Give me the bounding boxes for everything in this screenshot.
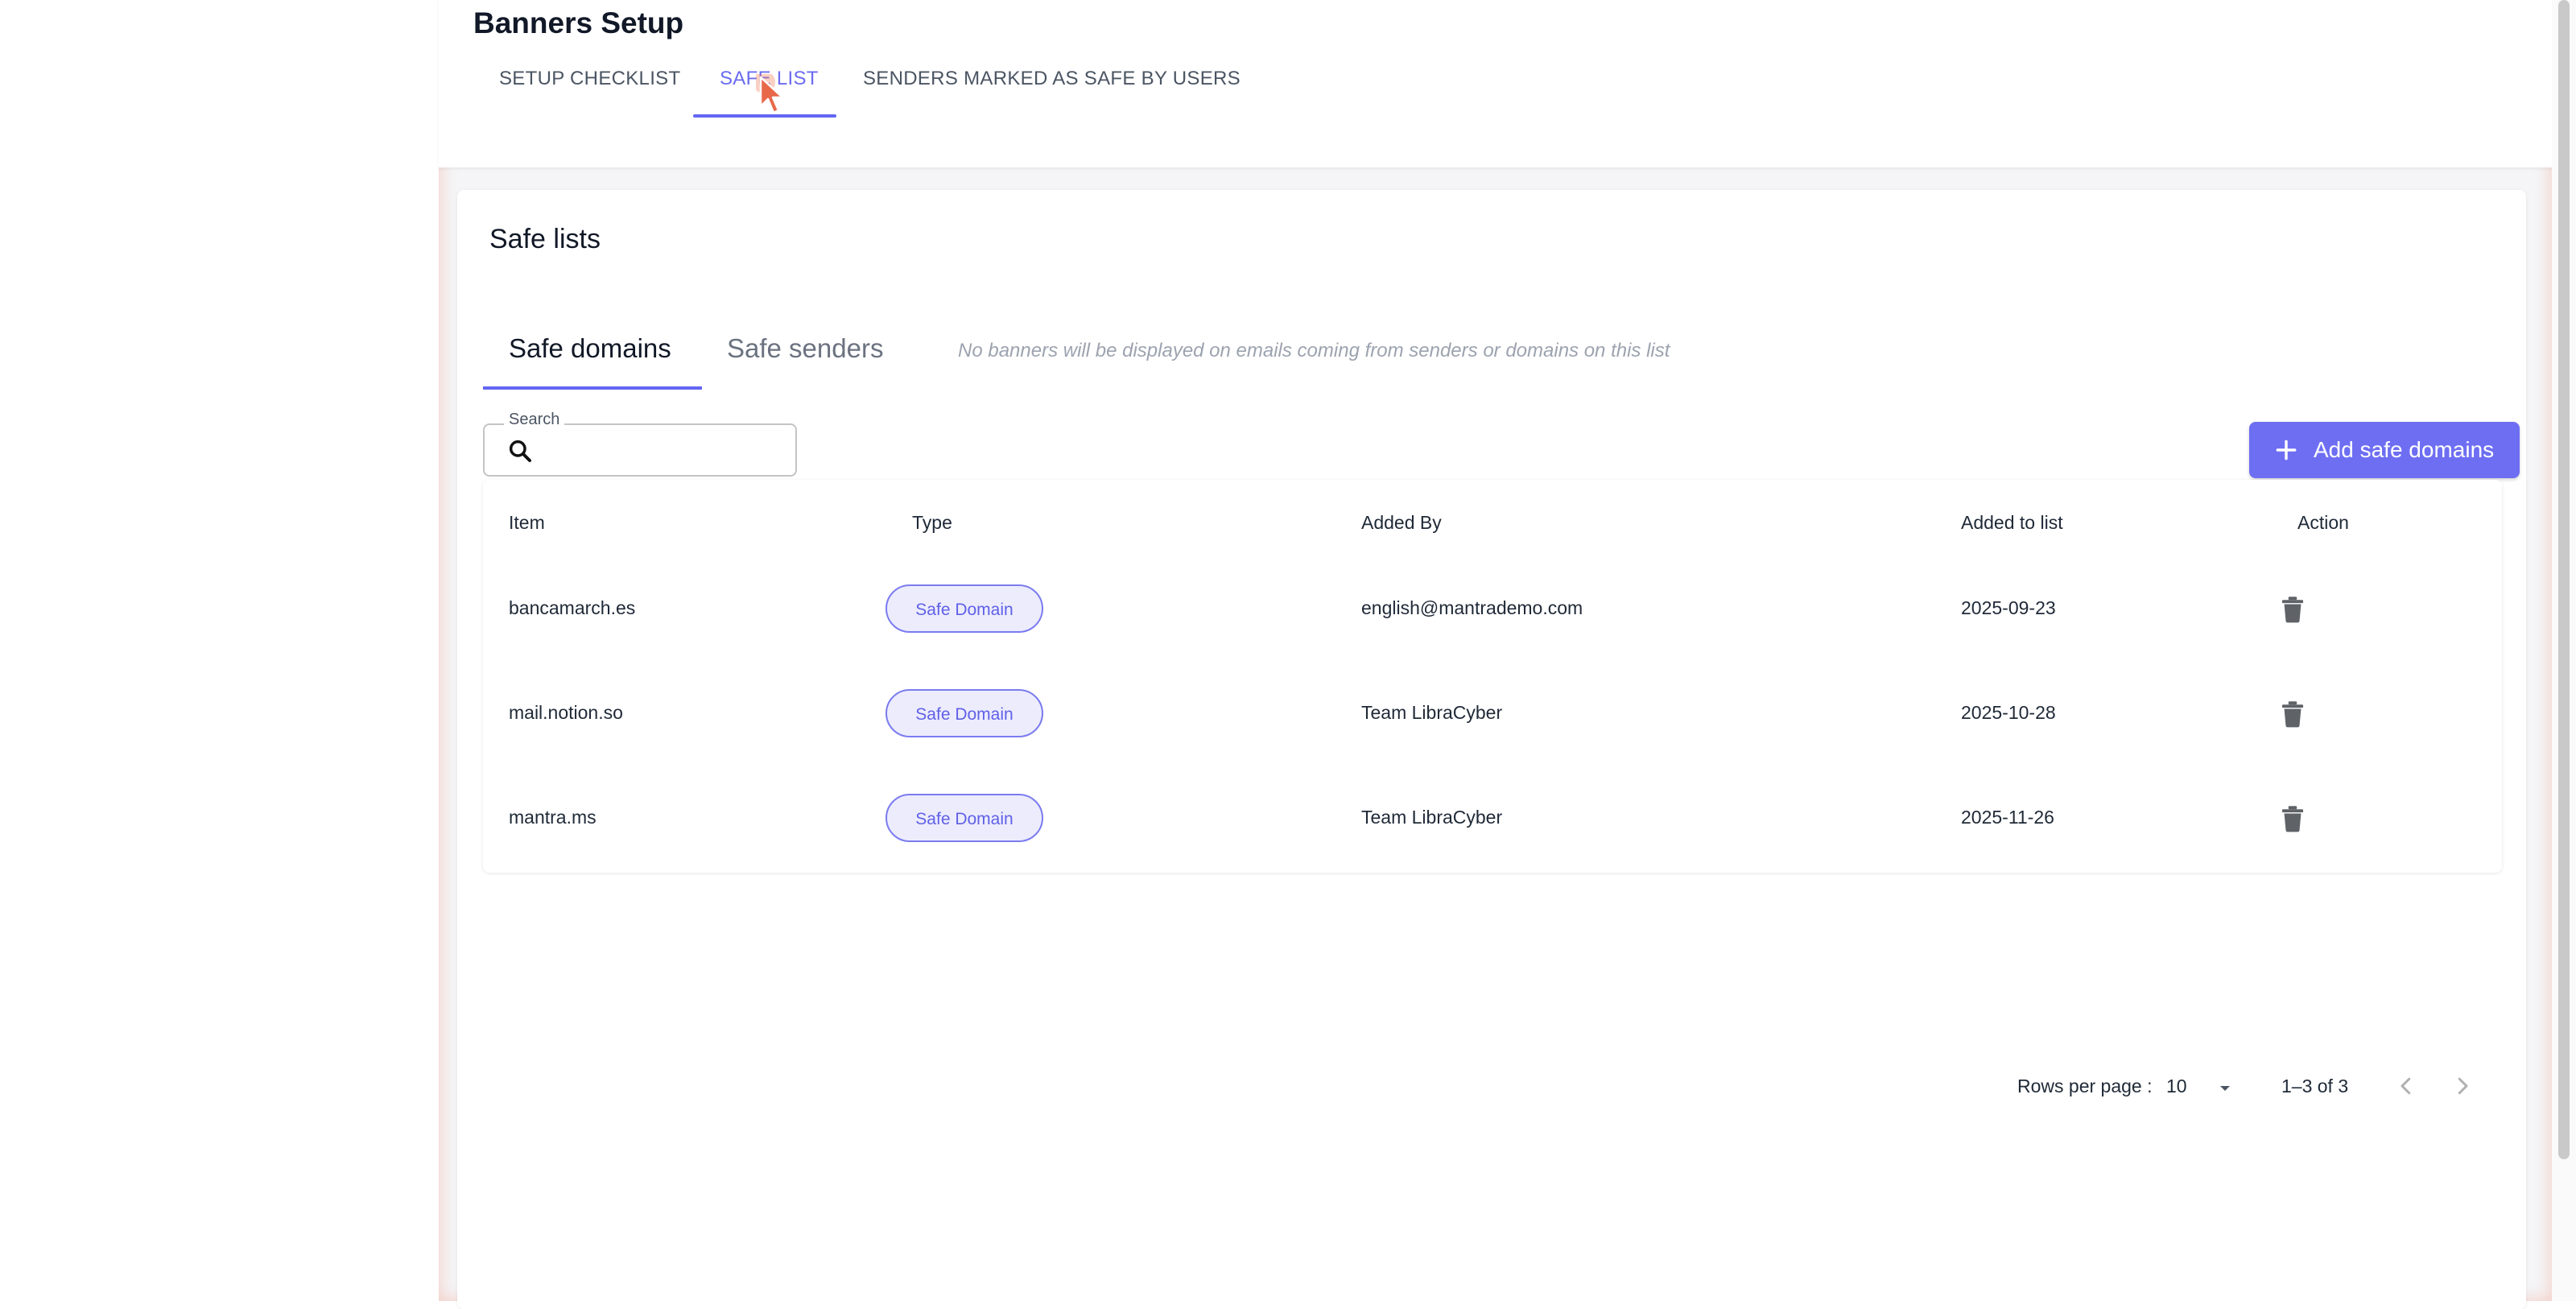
row-added-by: Team LibraCyber	[1361, 807, 1503, 828]
type-badge: Safe Domain	[886, 584, 1043, 633]
safe-lists-card: Safe lists Safe domains Safe senders No …	[457, 190, 2526, 1309]
chevron-left-icon[interactable]	[2394, 1074, 2418, 1098]
column-header-type: Type	[912, 512, 952, 533]
search-label: Search	[504, 411, 565, 429]
page-header: Banners Setup SETUP CHECKLIST SAFE LIST …	[439, 0, 2552, 167]
rows-per-page-select[interactable]: 10	[2166, 1076, 2187, 1097]
add-safe-domains-button[interactable]: Add safe domains	[2249, 422, 2520, 478]
add-safe-domains-label: Add safe domains	[2314, 437, 2495, 462]
row-added-date: 2025-10-28	[1961, 702, 2056, 723]
row-added-by: english@mantrademo.com	[1361, 597, 1583, 618]
delete-icon[interactable]	[2280, 596, 2306, 623]
type-badge: Safe Domain	[886, 794, 1043, 842]
tab-setup-checklist[interactable]: SETUP CHECKLIST	[499, 68, 680, 90]
rows-per-page-label: Rows per page :	[2017, 1076, 2153, 1096]
tab-safe-senders[interactable]: Safe senders	[727, 333, 883, 364]
page-title: Banners Setup	[473, 6, 684, 39]
delete-icon[interactable]	[2280, 700, 2306, 728]
mouse-cursor-icon	[756, 74, 784, 114]
row-added-by: Team LibraCyber	[1361, 702, 1503, 723]
table-row: bancamarch.es Safe Domain english@mantra…	[483, 557, 2502, 662]
row-added-date: 2025-09-23	[1961, 597, 2056, 618]
row-item: bancamarch.es	[509, 597, 636, 618]
tab-safe-domains[interactable]: Safe domains	[509, 333, 671, 364]
table-row: mail.notion.so Safe Domain Team LibraCyb…	[483, 662, 2502, 766]
row-item: mail.notion.so	[509, 702, 623, 723]
scrollbar-thumb[interactable]	[2558, 0, 2570, 1159]
left-blank-panel	[0, 0, 439, 1301]
column-header-added-to-list: Added to list	[1961, 512, 2063, 533]
delete-icon[interactable]	[2280, 805, 2306, 832]
search-input[interactable]	[543, 433, 787, 467]
type-badge: Safe Domain	[886, 689, 1043, 737]
column-header-added-by: Added By	[1361, 512, 1442, 533]
content-area: Banners Setup SETUP CHECKLIST SAFE LIST …	[439, 0, 2552, 1309]
safe-list-hint: No banners will be displayed on emails c…	[958, 340, 1670, 361]
card-title: Safe lists	[489, 224, 601, 254]
plus-icon	[2276, 440, 2297, 460]
row-item: mantra.ms	[509, 807, 597, 828]
tab-senders-marked-safe[interactable]: SENDERS MARKED AS SAFE BY USERS	[863, 68, 1241, 90]
row-added-date: 2025-11-26	[1961, 807, 2054, 828]
table-row: mantra.ms Safe Domain Team LibraCyber 20…	[483, 766, 2502, 871]
search-field[interactable]	[483, 423, 797, 477]
safe-domains-table: Item Type Added By Added to list Action …	[483, 480, 2502, 873]
caret-down-icon[interactable]	[2215, 1079, 2235, 1098]
sub-tab-indicator	[483, 386, 702, 390]
pagination-range: 1–3 of 3	[2281, 1076, 2349, 1096]
chevron-right-icon[interactable]	[2450, 1074, 2475, 1098]
vertical-scrollbar[interactable]	[2552, 0, 2576, 1301]
column-header-item: Item	[509, 512, 545, 533]
search-icon	[509, 440, 531, 462]
column-header-action: Action	[2297, 512, 2349, 533]
